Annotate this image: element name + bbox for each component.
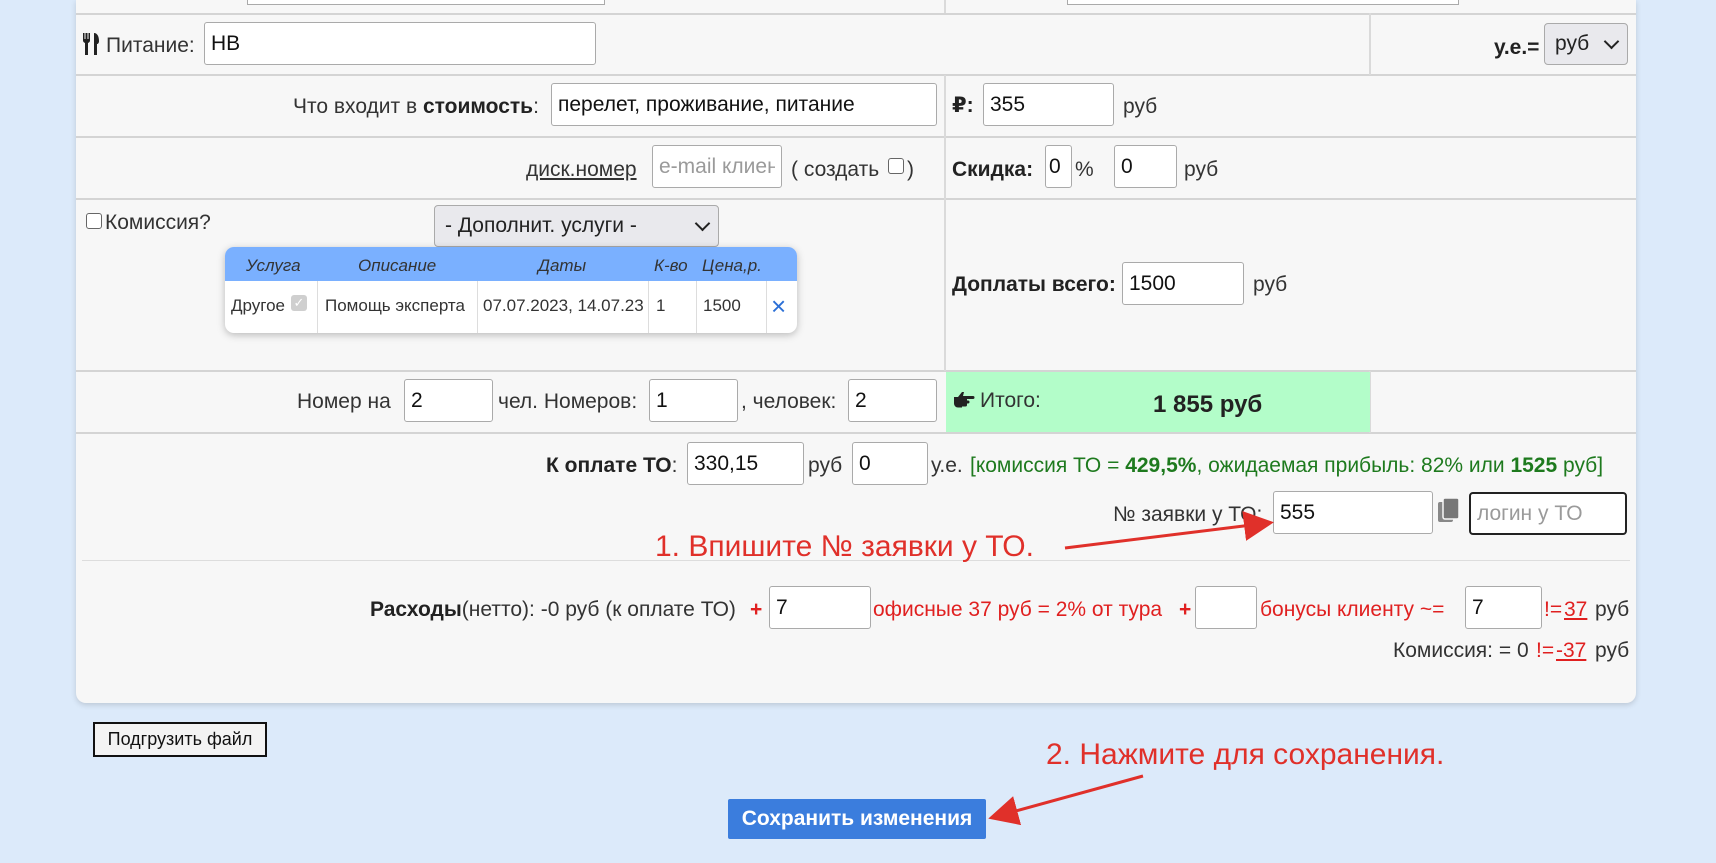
- arrow-annotation: [988, 511, 1274, 826]
